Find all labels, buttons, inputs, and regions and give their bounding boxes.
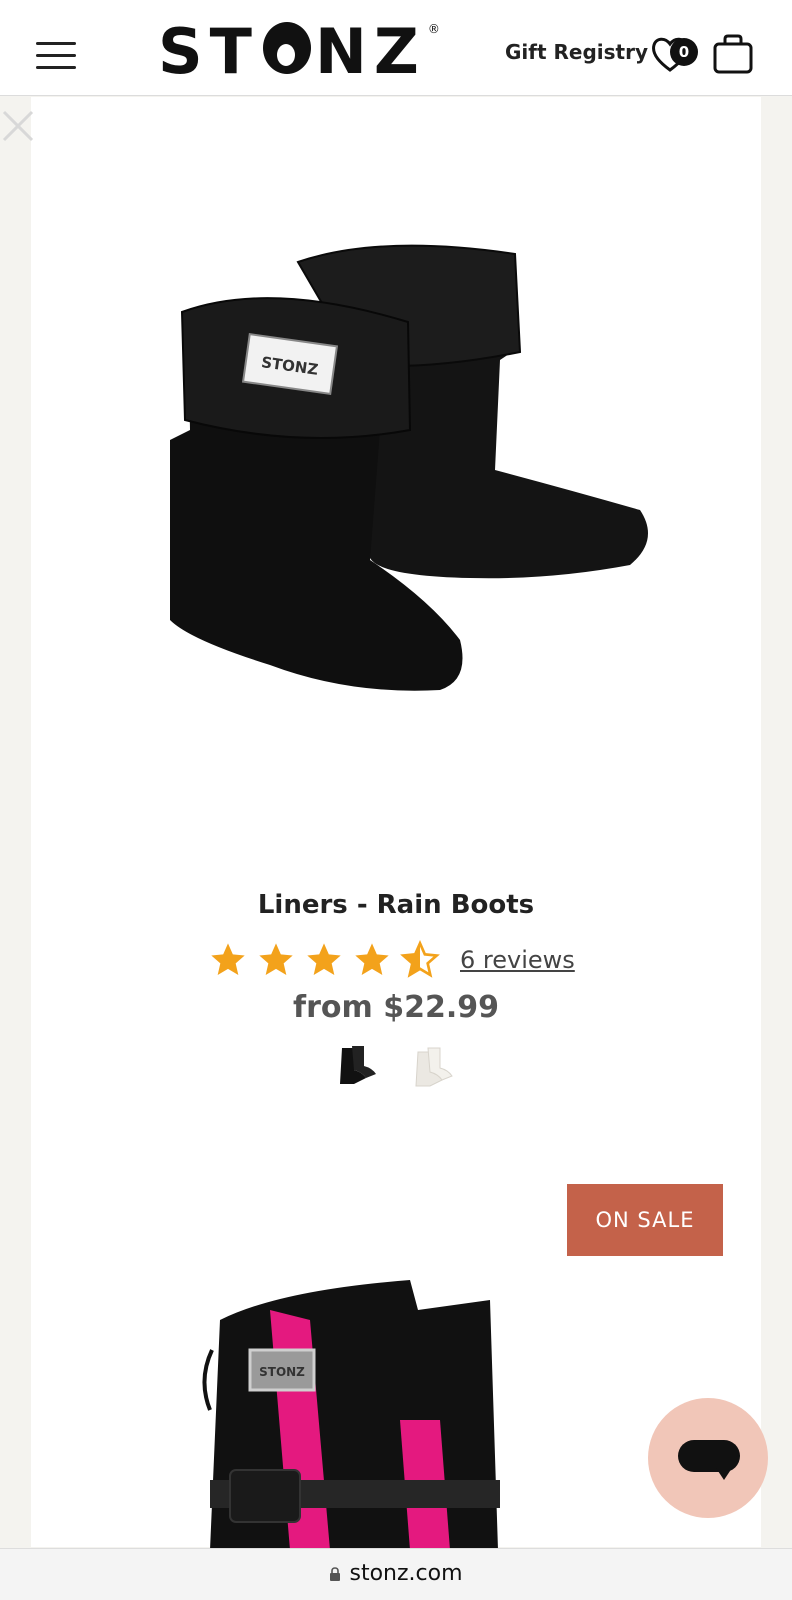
- star-icon-full: [259, 943, 293, 975]
- svg-text:STONZ: STONZ: [259, 1365, 305, 1379]
- cart-icon: [713, 34, 753, 74]
- logo-o-mark: [262, 22, 311, 74]
- stonz-logo[interactable]: ST NZ ®: [158, 15, 440, 88]
- wishlist-button[interactable]: 0: [650, 34, 706, 74]
- browser-url-bar[interactable]: stonz.com: [0, 1548, 792, 1600]
- url-text: stonz.com: [349, 1561, 463, 1586]
- chat-icon-tail: [716, 1468, 732, 1480]
- product-title[interactable]: Liners - Rain Boots: [0, 890, 792, 920]
- chat-button[interactable]: [648, 1398, 768, 1518]
- registered-mark: ®: [427, 22, 440, 36]
- swatch-black[interactable]: [336, 1044, 380, 1088]
- menu-icon[interactable]: [36, 38, 78, 69]
- color-swatches: [336, 1044, 456, 1088]
- product-rating: 6 reviews: [208, 938, 575, 982]
- product-image-liners[interactable]: STONZ: [170, 240, 670, 710]
- star-icon-half: [400, 940, 440, 978]
- product-image-next[interactable]: STONZ: [200, 1270, 530, 1550]
- star-rating: [208, 940, 448, 980]
- product-price: from $22.99: [293, 990, 499, 1025]
- star-icon-full: [307, 943, 341, 975]
- reviews-link[interactable]: 6 reviews: [460, 946, 575, 974]
- cart-button[interactable]: [712, 34, 754, 74]
- star-icon-full: [211, 943, 245, 975]
- star-icon-full: [355, 943, 389, 975]
- swatch-white[interactable]: [412, 1044, 456, 1088]
- gift-registry-link[interactable]: Gift Registry: [505, 40, 648, 64]
- site-header: ST NZ ® Gift Registry 0: [0, 0, 792, 96]
- wishlist-count-badge: 0: [670, 38, 698, 66]
- on-sale-badge: ON SALE: [567, 1184, 723, 1256]
- logo-text: ST: [158, 15, 259, 88]
- close-icon[interactable]: [0, 108, 36, 144]
- url-display: stonz.com: [0, 1561, 792, 1586]
- logo-text-end: NZ: [314, 15, 426, 88]
- lock-icon: [330, 1567, 341, 1581]
